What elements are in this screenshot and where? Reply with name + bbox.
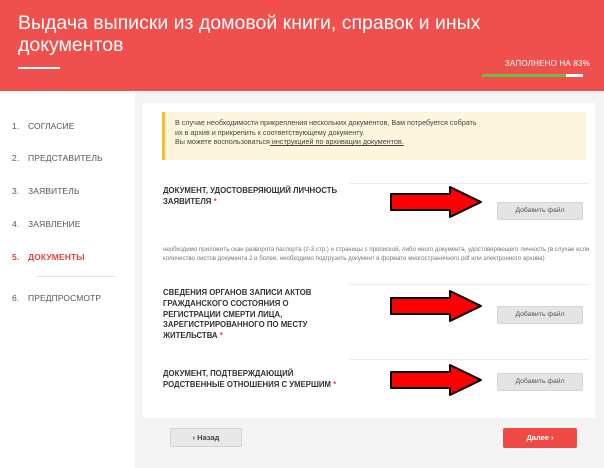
doc-label-line: РЕГИСТРАЦИИ СМЕРТИ ЛИЦА, [163, 309, 283, 319]
step-divider [36, 276, 116, 277]
notice-line: Вы можете воспользоваться инструкцией по… [175, 137, 578, 147]
doc-label-line: ЗАЯВИТЕЛЯ [163, 196, 212, 206]
main-content: В случае необходимости прикрепления неск… [135, 91, 604, 468]
add-file-button-identity[interactable]: Добавить файл [497, 202, 583, 220]
doc-label-line: ЗАРЕГИСТРИРОВАННОГО ПО МЕСТУ [163, 320, 308, 330]
step-label: ЗАЯВИТЕЛЬ [28, 186, 80, 196]
required-mark: * [213, 196, 217, 206]
back-button[interactable]: ‹ Назад [170, 428, 242, 447]
step-label: СОГЛАСИЕ [28, 121, 75, 131]
doc-label-line: ЖИТЕЛЬСТВА [163, 331, 218, 341]
doc-separator [349, 284, 589, 285]
progress-bar-fill [482, 74, 566, 77]
step-number: 5. [12, 252, 20, 262]
doc-label-kinship: ДОКУМЕНТ, ПОДТВЕРЖДАЮЩИЙ РОДСТВЕННЫЕ ОТН… [163, 369, 336, 391]
arrow-right-icon [390, 186, 482, 218]
notice-line: их в архив и прикрепить к соответствующе… [175, 127, 365, 137]
archive-notice: В случае необходимости прикрепления неск… [162, 112, 586, 160]
arrow-right-icon [390, 290, 482, 322]
archive-instruction-link[interactable]: инструкцией по архивации документов. [270, 137, 404, 146]
progress-label: ЗАПОЛНЕНО НА 83% [504, 59, 590, 68]
identity-hint: необходимо приложить скан разворота пасп… [163, 246, 590, 262]
step-applicant[interactable]: 3. ЗАЯВИТЕЛЬ [12, 186, 80, 196]
step-label: ПРЕДПРОСМОТР [28, 293, 102, 303]
step-documents[interactable]: 5. ДОКУМЕНТЫ [12, 252, 85, 262]
step-number: 4. [12, 219, 20, 229]
step-representative[interactable]: 2. ПРЕДСТАВИТЕЛЬ [12, 153, 103, 163]
step-consent[interactable]: 1. СОГЛАСИЕ [12, 121, 74, 131]
title-underline [18, 67, 60, 69]
step-label: ДОКУМЕНТЫ [28, 252, 85, 262]
add-file-button-death-record[interactable]: Добавить файл [497, 306, 583, 324]
notice-text: Вы можете воспользоваться [175, 137, 270, 146]
steps-sidebar: 1. СОГЛАСИЕ 2. ПРЕДСТАВИТЕЛЬ 3. ЗАЯВИТЕЛЬ 4… [0, 91, 135, 468]
add-file-button-kinship[interactable]: Добавить файл [497, 373, 583, 391]
doc-separator [349, 359, 589, 360]
doc-label-line: ДОКУМЕНТ, УДОСТОВЕРЯЮЩИЙ ЛИЧНОСТЬ [163, 186, 338, 195]
doc-separator [349, 183, 589, 184]
next-button[interactable]: Далее › [503, 428, 577, 448]
required-mark: * [219, 331, 223, 341]
required-mark: * [333, 379, 337, 389]
progress-bar [482, 74, 583, 77]
doc-label-line: ГРАЖДАНСКОГО СОСТОЯНИЯ О [163, 298, 289, 308]
page-header: Выдача выписки из домовой книги, справок… [0, 0, 604, 91]
doc-label-identity: ДОКУМЕНТ, УДОСТОВЕРЯЮЩИЙ ЛИЧНОСТЬ ЗАЯВИТ… [163, 186, 337, 208]
step-label: ПРЕДСТАВИТЕЛЬ [28, 153, 103, 163]
step-number: 2. [12, 153, 20, 163]
doc-label-death-record: СВЕДЕНИЯ ОРГАНОВ ЗАПИСИ АКТОВ ГРАЖДАНСКО… [163, 288, 311, 342]
notice-line: В случае необходимости прикрепления неск… [175, 118, 477, 127]
step-number: 1. [12, 121, 20, 131]
step-preview[interactable]: 6. ПРЕДПРОСМОТР [12, 293, 101, 303]
documents-panel: В случае необходимости прикрепления неск… [143, 103, 595, 418]
form-footer: ‹ Назад Далее › [143, 428, 595, 458]
step-application[interactable]: 4. ЗАЯВЛЕНИЕ [12, 219, 81, 229]
doc-label-line: ДОКУМЕНТ, ПОДТВЕРЖДАЮЩИЙ [163, 369, 294, 378]
doc-label-line: РОДСТВЕННЫЕ ОТНОШЕНИЯ С УМЕРШИМ [163, 379, 331, 389]
doc-label-line: СВЕДЕНИЯ ОРГАНОВ ЗАПИСИ АКТОВ [163, 288, 312, 297]
step-label: ЗАЯВЛЕНИЕ [28, 219, 81, 229]
arrow-right-icon [390, 364, 482, 396]
step-number: 6. [12, 293, 20, 303]
page-title: Выдача выписки из домовой книги, справок… [18, 12, 481, 56]
step-number: 3. [12, 186, 20, 196]
